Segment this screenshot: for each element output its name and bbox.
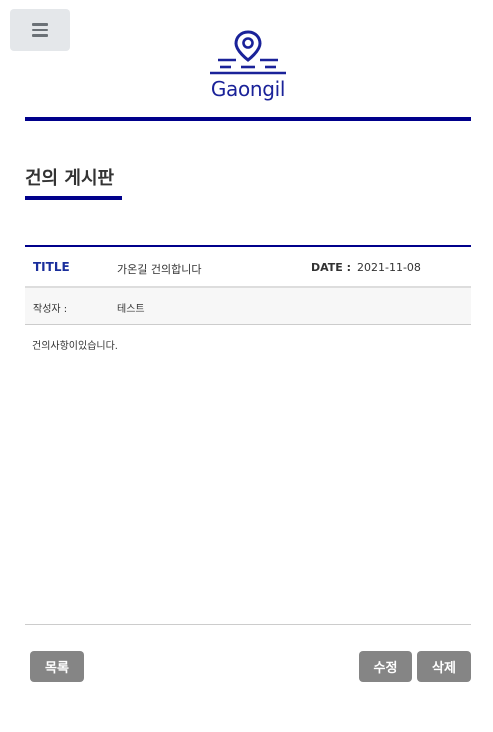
date-label: DATE : [311, 261, 352, 274]
logo[interactable]: Gaongil [206, 30, 290, 104]
post-content: 건의사항이있습니다. [32, 341, 118, 352]
delete-button[interactable]: 삭제 [417, 651, 471, 682]
header-divider [25, 117, 471, 121]
map-pin-road-icon [210, 30, 286, 75]
title-underline [25, 196, 122, 200]
edit-button[interactable]: 수정 [359, 651, 412, 682]
title-label: TITLE [33, 260, 70, 274]
logo-text: Gaongil [210, 77, 286, 101]
author-label: 작성자 : [33, 304, 68, 315]
post-title: 가온길 건의합니다 [117, 263, 202, 276]
post-author: 테스트 [117, 304, 145, 315]
post-date: 2021-11-08 [357, 261, 421, 274]
hamburger-menu-icon [32, 23, 48, 37]
menu-button[interactable] [10, 9, 70, 51]
post-author-row: 작성자 : 테스트 [25, 288, 471, 325]
post-title-row: TITLE 가온길 건의합니다 DATE : 2021-11-08 [25, 247, 471, 288]
page-title: 건의 게시판 [25, 168, 115, 189]
content-bottom-divider [25, 624, 471, 625]
list-button[interactable]: 목록 [30, 651, 84, 682]
